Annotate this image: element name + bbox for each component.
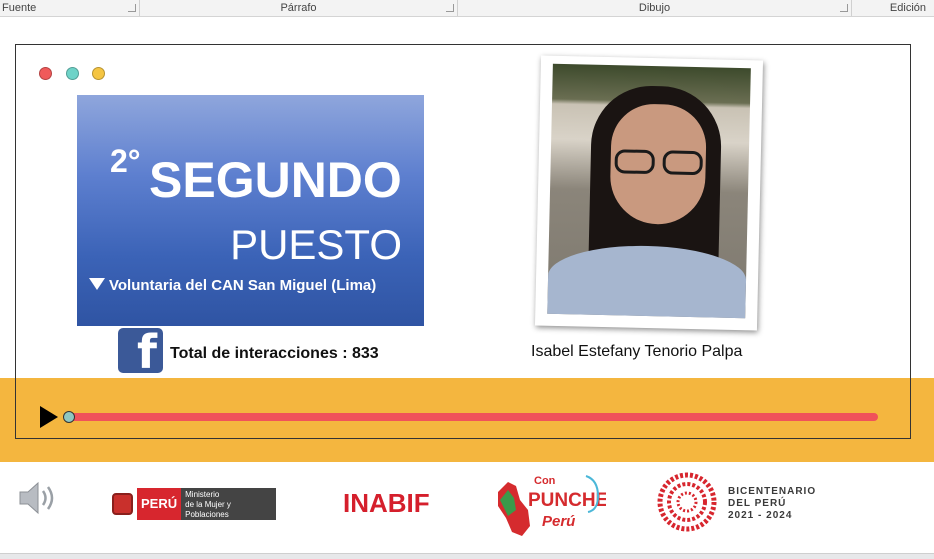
slide-canvas[interactable]: 2° SEGUNDO PUESTO Voluntaria del CAN San… — [0, 17, 934, 553]
ribbon-group-fuente[interactable]: Fuente — [0, 0, 140, 16]
peru-shield-icon — [112, 493, 133, 515]
progress-track[interactable] — [64, 413, 878, 421]
bicentenario-emblem-icon — [657, 472, 717, 532]
place-number: 2° — [110, 143, 141, 179]
place-subtitle: PUESTO — [230, 221, 402, 268]
status-bar — [0, 553, 934, 559]
dialog-launcher-icon[interactable] — [128, 4, 136, 12]
logo-bar: PERÚ Ministerio de la Mujer y Poblacione… — [0, 462, 934, 553]
ribbon-group-label: Dibujo — [638, 2, 671, 14]
photo-image — [547, 63, 751, 319]
ribbon: Fuente Párrafo Dibujo Edición — [0, 0, 934, 17]
dialog-launcher-icon[interactable] — [446, 4, 454, 12]
bicentenario-text: BICENTENARIO DEL PERÚ 2021 - 2024 — [728, 486, 817, 521]
con-punche-peru-logo: Con PUNCHE Perú — [498, 475, 606, 536]
ribbon-group-parrafo[interactable]: Párrafo — [140, 0, 458, 16]
window-dot-red — [39, 67, 52, 80]
svg-text:Con: Con — [534, 475, 556, 487]
bicentenario-logo: BICENTENARIO DEL PERÚ 2021 - 2024 — [654, 472, 829, 532]
title-box: 2° SEGUNDO PUESTO Voluntaria del CAN San… — [77, 95, 424, 326]
place-title: SEGUNDO — [149, 152, 402, 208]
ribbon-group-edicion[interactable]: Edición — [852, 0, 934, 16]
ribbon-group-label: Párrafo — [280, 2, 317, 14]
inabif-logo: INABIF — [343, 488, 430, 518]
speaker-icon[interactable] — [18, 480, 58, 516]
person-name: Isabel Estefany Tenorio Palpa — [531, 343, 743, 360]
interactions-count: Total de interacciones : 833 — [170, 345, 379, 362]
mimp-name: Ministerio de la Mujer y Poblaciones Vul… — [181, 488, 276, 529]
triangle-down-icon — [89, 277, 105, 290]
mimp-logo: PERÚ Ministerio de la Mujer y Poblacione… — [112, 488, 276, 529]
description-row: Voluntaria del CAN San Miguel (Lima) — [89, 277, 376, 294]
play-icon[interactable] — [40, 406, 58, 428]
facebook-icon: f — [118, 328, 163, 373]
window-dot-teal — [66, 67, 79, 80]
ribbon-group-dibujo[interactable]: Dibujo — [458, 0, 852, 16]
ribbon-group-label: Fuente — [2, 2, 37, 14]
svg-text:Perú: Perú — [542, 513, 575, 530]
progress-knob[interactable] — [63, 411, 75, 423]
dialog-launcher-icon[interactable] — [840, 4, 848, 12]
ribbon-group-label: Edición — [889, 2, 926, 14]
person-photo — [534, 55, 764, 331]
description-text: Voluntaria del CAN San Miguel (Lima) — [109, 277, 377, 294]
mimp-peru-label: PERÚ — [137, 488, 182, 520]
window-dot-yellow — [92, 67, 105, 80]
video-frame-bottom — [15, 378, 911, 439]
